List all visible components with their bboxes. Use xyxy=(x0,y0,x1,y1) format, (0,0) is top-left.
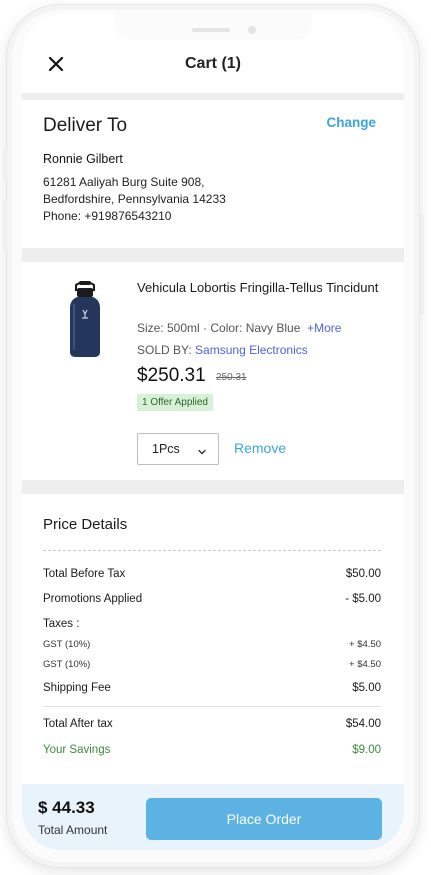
offer-badge: 1 Offer Applied xyxy=(137,394,213,411)
size-color-text: Size: 500ml · Color: Navy Blue xyxy=(137,321,301,335)
water-bottle-image[interactable] xyxy=(66,280,104,358)
total-amount-label: Total Amount xyxy=(38,823,108,837)
price-row-value: $5.00 xyxy=(352,682,381,694)
price-row-value: $50.00 xyxy=(345,568,381,580)
cart-item: Vehicula Lobortis Fringilla-Tellus Tinci… xyxy=(22,262,404,480)
deliver-section: Deliver To Change Ronnie Gilbert 61281 A… xyxy=(22,100,404,248)
price-row-label: GST (10%) xyxy=(43,659,91,670)
speaker-grille xyxy=(192,28,230,32)
price-row-label: Promotions Applied xyxy=(43,593,143,605)
divider xyxy=(43,706,381,707)
address-line: 61281 Aaliyah Burg Suite 908, xyxy=(43,175,205,189)
quantity-select[interactable]: 1Pcs xyxy=(137,433,219,465)
sold-by-label: SOLD BY: xyxy=(137,343,192,357)
price-details-section: Price Details Total Before Tax $50.00 Pr… xyxy=(22,494,404,784)
price-row: Shipping Fee $5.00 xyxy=(43,682,381,698)
original-price: 250.31 xyxy=(216,372,247,383)
savings-row: Your Savings $9.00 xyxy=(43,744,381,760)
savings-value: $9.00 xyxy=(352,744,381,756)
page-title: Cart (1) xyxy=(184,55,241,72)
deliver-heading: Deliver To xyxy=(43,115,128,136)
chevron-down-icon xyxy=(197,444,207,455)
price-row-label: Total Before Tax xyxy=(43,568,126,580)
price-row-label: Shipping Fee xyxy=(43,682,111,694)
divider xyxy=(43,550,381,551)
price-row-value: + $4.50 xyxy=(349,659,381,670)
price-row: GST (10%) + $4.50 xyxy=(43,659,381,675)
price-row: Total After tax $54.00 xyxy=(43,718,381,734)
price-row-label: Total After tax xyxy=(43,718,113,730)
phone-number: Phone: +919876543210 xyxy=(43,209,172,223)
price-row: Promotions Applied - $5.00 xyxy=(43,593,381,609)
price-row-value: $54.00 xyxy=(345,718,381,730)
checkout-bar: $ 44.33 Total Amount Place Order xyxy=(22,784,404,850)
price-row-value: - $5.00 xyxy=(345,593,381,605)
side-button xyxy=(3,150,7,180)
price-details-heading: Price Details xyxy=(43,516,128,533)
total-amount: $ 44.33 xyxy=(38,798,95,817)
place-order-button[interactable]: Place Order xyxy=(146,798,382,840)
sold-by: SOLD BY: Samsung Electronics xyxy=(137,343,308,357)
price-row: Total Before Tax $50.00 xyxy=(43,568,381,584)
price-row: GST (10%) + $4.50 xyxy=(43,639,381,655)
quantity-value: 1Pcs xyxy=(152,442,180,456)
product-price: $250.31 xyxy=(137,365,206,386)
recipient-name: Ronnie Gilbert xyxy=(43,152,123,166)
remove-button[interactable]: Remove xyxy=(234,440,286,456)
address-line: Bedfordshire, Pennsylvania 14233 xyxy=(43,192,226,206)
more-link[interactable]: +More xyxy=(307,321,341,335)
price-row: Taxes : xyxy=(43,618,381,634)
price-row-value: + $4.50 xyxy=(349,639,381,650)
price-row-label: GST (10%) xyxy=(43,639,91,650)
seller-link[interactable]: Samsung Electronics xyxy=(195,343,308,357)
phone-notch xyxy=(114,14,312,40)
price-row-label: Taxes : xyxy=(43,618,80,630)
product-meta: Size: 500ml · Color: Navy Blue +More xyxy=(137,321,341,335)
side-button xyxy=(3,200,7,250)
app-screen: Cart (1) Deliver To Change Ronnie Gilber… xyxy=(22,14,404,850)
side-button xyxy=(420,215,424,315)
change-address-link[interactable]: Change xyxy=(326,115,376,130)
product-name[interactable]: Vehicula Lobortis Fringilla-Tellus Tinci… xyxy=(137,279,382,297)
savings-label: Your Savings xyxy=(43,744,111,756)
front-camera xyxy=(248,26,256,34)
